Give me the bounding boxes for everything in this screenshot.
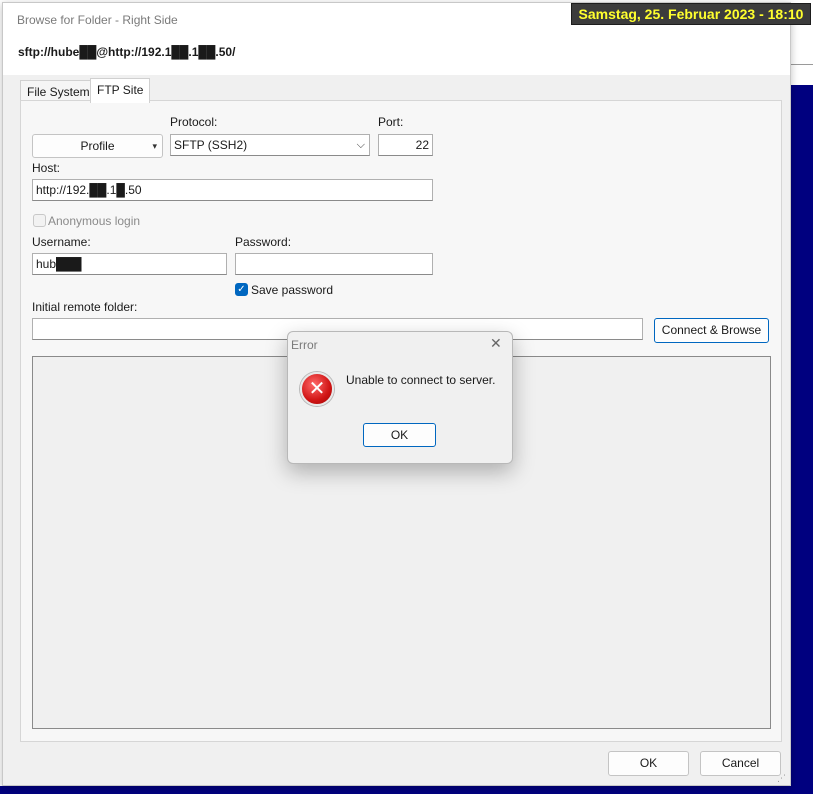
- save-password-label: Save password: [251, 283, 334, 297]
- chevron-down-icon: ⌵: [356, 139, 365, 151]
- username-field[interactable]: hub███: [32, 253, 227, 275]
- username-label: Username:: [32, 235, 91, 249]
- dialog-title: Error: [291, 338, 318, 352]
- port-field[interactable]: 22: [378, 134, 433, 156]
- dropdown-arrow-icon: ▾: [152, 141, 157, 151]
- ok-button[interactable]: OK: [608, 751, 689, 776]
- password-field[interactable]: [235, 253, 433, 275]
- window-title: Browse for Folder - Right Side: [17, 13, 178, 27]
- anonymous-login-label: Anonymous login: [48, 214, 141, 228]
- cancel-button[interactable]: Cancel: [700, 751, 781, 776]
- resize-grip-icon[interactable]: ⋰: [777, 773, 786, 784]
- password-label: Password:: [235, 235, 292, 249]
- protocol-select[interactable]: SFTP (SSH2) ⌵: [170, 134, 370, 156]
- anonymous-login-checkbox[interactable]: [33, 214, 46, 227]
- tab-ftp-site[interactable]: FTP Site: [90, 78, 151, 103]
- protocol-label: Protocol:: [170, 115, 218, 129]
- connection-string: sftp://hube██@http://192.1██.1██.50/: [18, 45, 236, 59]
- connection-header: sftp://hube██@http://192.1██.1██.50/: [3, 35, 790, 75]
- port-label: Port:: [378, 115, 404, 129]
- host-field[interactable]: http://192.██.1█.50: [32, 179, 433, 201]
- initial-folder-label: Initial remote folder:: [32, 300, 138, 314]
- close-icon[interactable]: ✕: [490, 335, 502, 352]
- divider: [791, 64, 813, 65]
- host-label: Host:: [32, 161, 61, 175]
- checkmark-icon: ✓: [237, 284, 246, 295]
- profile-button-label: Profile: [80, 139, 115, 153]
- protocol-value: SFTP (SSH2): [174, 138, 248, 152]
- error-message: Unable to connect to server.: [346, 373, 496, 387]
- profile-button[interactable]: Profile ▾: [32, 134, 163, 158]
- error-icon: ✕: [300, 372, 334, 406]
- save-password-checkbox[interactable]: ✓: [235, 283, 248, 296]
- connect-browse-button[interactable]: Connect & Browse: [654, 318, 769, 343]
- desktop-background-bottom: [0, 786, 813, 794]
- clock-overlay: Samstag, 25. Februar 2023 - 18:10: [571, 3, 811, 25]
- error-dialog: Error ✕ ✕ Unable to connect to server. O…: [287, 331, 513, 464]
- desktop-background-right: [791, 85, 813, 794]
- dialog-ok-button[interactable]: OK: [363, 423, 436, 447]
